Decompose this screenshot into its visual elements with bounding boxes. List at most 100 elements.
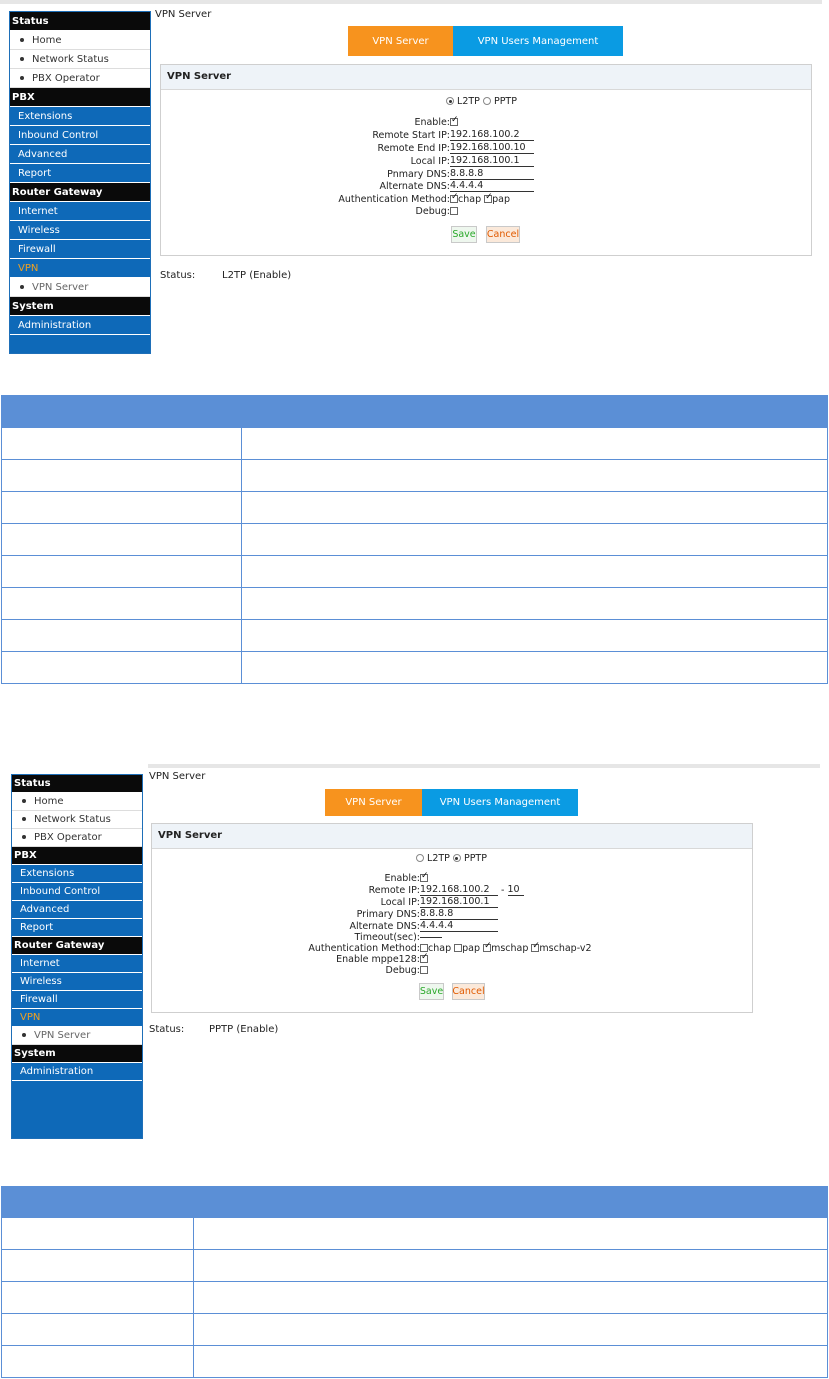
sidebar-item-administration[interactable]: Administration [10, 316, 150, 335]
sidebar-section-router-gateway: Router Gateway [10, 183, 150, 202]
debug-checkbox[interactable] [420, 966, 428, 974]
primary-dns-field[interactable]: 8.8.8.8 [420, 908, 498, 920]
table-cell [241, 491, 828, 524]
pap-checkbox[interactable] [484, 192, 493, 203]
sidebar: Status Home Network Status PBX Operator … [11, 774, 143, 1139]
remote-start-ip-label: Remote Start IP: [372, 129, 450, 141]
enable-label: Enable: [384, 872, 420, 884]
bullet-icon [20, 76, 24, 80]
pap-label: pap [492, 193, 511, 205]
mschap-v2-checkbox[interactable] [531, 941, 540, 952]
sidebar-item-firewall[interactable]: Firewall [12, 991, 142, 1009]
mppe128-checkbox[interactable] [420, 952, 429, 963]
enable-row: Enable: [270, 871, 429, 884]
sidebar-section-pbx: PBX [12, 847, 142, 865]
primary-dns-label: Primary DNS: [356, 908, 420, 920]
sidebar-section-status: Status [10, 12, 150, 31]
enable-checkbox[interactable] [450, 115, 459, 126]
remote-ip-start-field[interactable]: 192.168.100.2 [420, 884, 498, 896]
chap-checkbox[interactable] [450, 192, 459, 203]
enable-label: Enable: [414, 116, 450, 128]
sidebar-item-wireless[interactable]: Wireless [12, 973, 142, 991]
sidebar-item-pbx-operator[interactable]: PBX Operator [10, 69, 150, 88]
table-cell [1, 651, 242, 684]
table-cell [193, 1249, 828, 1282]
table-cell [1, 587, 242, 620]
sidebar-item-network-status[interactable]: Network Status [12, 811, 142, 829]
mschap-v2-label: mschap-v2 [539, 942, 592, 954]
sidebar-item-report[interactable]: Report [10, 164, 150, 183]
table-cell [241, 619, 828, 652]
table-cell [1, 459, 242, 492]
save-button[interactable]: Save [451, 226, 477, 243]
sidebar-item-extensions[interactable]: Extensions [10, 107, 150, 126]
sidebar-section-router-gateway: Router Gateway [12, 937, 142, 955]
sidebar-item-advanced[interactable]: Advanced [10, 145, 150, 164]
sidebar-item-label: PBX Operator [34, 832, 102, 843]
remote-start-ip-field[interactable]: 192.168.100.2 [450, 129, 534, 141]
cancel-button[interactable]: Cancel [486, 226, 520, 243]
panel-title: VPN Server [161, 65, 811, 90]
sidebar-section-system: System [12, 1045, 142, 1063]
l2tp-radio[interactable] [416, 854, 424, 862]
pptp-radio[interactable] [452, 854, 461, 862]
auth-method-row: Authentication Method: chap pap [300, 192, 511, 205]
chap-checkbox[interactable] [420, 944, 428, 952]
remote-ip-end-field[interactable]: 10 [507, 884, 524, 896]
sidebar-item-pbx-operator[interactable]: PBX Operator [12, 829, 142, 847]
sidebar-item-home[interactable]: Home [10, 31, 150, 50]
l2tp-radio[interactable] [446, 97, 454, 105]
mschap-checkbox[interactable] [483, 941, 492, 952]
sidebar-item-vpn[interactable]: VPN [10, 259, 150, 278]
table-cell [193, 1313, 828, 1346]
sidebar-item-inbound-control[interactable]: Inbound Control [10, 126, 150, 145]
tab-vpn-server[interactable]: VPN Server [325, 789, 422, 816]
remote-end-ip-field[interactable]: 192.168.100.10 [450, 142, 534, 154]
sidebar-item-inbound-control[interactable]: Inbound Control [12, 883, 142, 901]
breadcrumb: VPN Server [155, 9, 212, 20]
auth-method-label: Authentication Method: [308, 942, 420, 954]
save-button[interactable]: Save [419, 983, 444, 1000]
sidebar-item-extensions[interactable]: Extensions [12, 865, 142, 883]
status-line: Status: L2TP (Enable) [160, 270, 291, 281]
sidebar-item-administration[interactable]: Administration [12, 1063, 142, 1081]
enable-checkbox[interactable] [420, 871, 429, 882]
table-row [1, 1345, 828, 1378]
bullet-icon [20, 38, 24, 42]
sidebar-section-status: Status [12, 775, 142, 793]
sidebar-item-vpn-server[interactable]: VPN Server [10, 278, 150, 297]
timeout-field[interactable] [420, 936, 442, 938]
tab-vpn-server[interactable]: VPN Server [348, 26, 453, 56]
table-cell [1, 427, 242, 460]
sidebar-item-home[interactable]: Home [12, 793, 142, 811]
sidebar-item-wireless[interactable]: Wireless [10, 221, 150, 240]
tab-vpn-users-management[interactable]: VPN Users Management [453, 26, 623, 56]
table-row [1, 555, 828, 588]
tab-vpn-users-management[interactable]: VPN Users Management [422, 789, 578, 816]
sidebar-item-vpn[interactable]: VPN [12, 1009, 142, 1027]
local-ip-field[interactable]: 192.168.100.1 [420, 896, 498, 908]
table-row [1, 587, 828, 620]
sidebar-section-pbx: PBX [10, 88, 150, 107]
status-value: L2TP (Enable) [222, 270, 292, 281]
local-ip-field[interactable]: 192.168.100.1 [450, 155, 534, 167]
primary-dns-field[interactable]: 8.8.8.8 [450, 168, 534, 180]
alternate-dns-field[interactable]: 4.4.4.4 [450, 180, 534, 192]
sidebar-item-internet[interactable]: Internet [12, 955, 142, 973]
sidebar-item-report[interactable]: Report [12, 919, 142, 937]
cancel-button[interactable]: Cancel [452, 983, 485, 1000]
table-cell [1, 491, 242, 524]
sidebar-item-internet[interactable]: Internet [10, 202, 150, 221]
pptp-radio[interactable] [482, 97, 491, 105]
sidebar-item-firewall[interactable]: Firewall [10, 240, 150, 259]
remote-start-ip-row: Remote Start IP: 192.168.100.2 [300, 129, 534, 141]
debug-checkbox[interactable] [450, 207, 458, 215]
sidebar-item-advanced[interactable]: Advanced [12, 901, 142, 919]
sidebar-item-label: Network Status [32, 54, 109, 65]
timeout-label: Timeout(sec): [354, 931, 420, 943]
pap-checkbox[interactable] [454, 944, 463, 952]
sidebar-item-network-status[interactable]: Network Status [10, 50, 150, 69]
sidebar-item-vpn-server[interactable]: VPN Server [12, 1027, 142, 1045]
primary-dns-label: Pnmary DNS: [387, 168, 450, 180]
top-divider [148, 764, 820, 768]
